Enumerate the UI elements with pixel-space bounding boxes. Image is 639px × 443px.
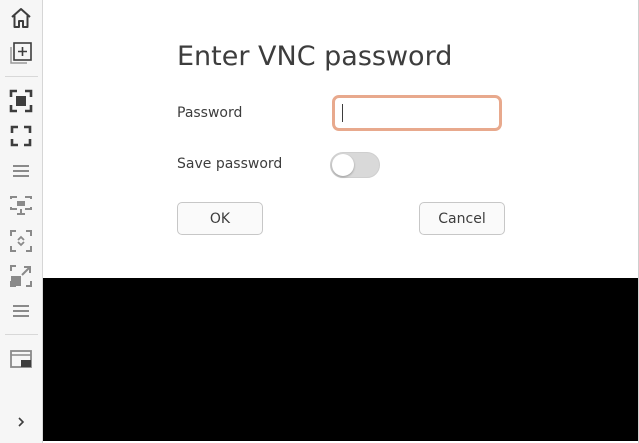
home-button[interactable] bbox=[6, 4, 36, 32]
app-window: Enter VNC password Password Save passwor… bbox=[0, 0, 639, 443]
dialog-title: Enter VNC password bbox=[177, 41, 453, 72]
sidebar-toolbar bbox=[0, 0, 43, 443]
scale-button[interactable] bbox=[6, 227, 36, 255]
sidebar-separator bbox=[5, 334, 38, 335]
menu-button-secondary[interactable] bbox=[6, 297, 36, 325]
fullscreen-icon bbox=[9, 124, 33, 148]
save-password-label: Save password bbox=[177, 156, 283, 172]
remote-display-area[interactable] bbox=[43, 278, 638, 441]
menu-icon bbox=[9, 159, 33, 183]
toggle-knob bbox=[332, 154, 354, 176]
main-content: Enter VNC password Password Save passwor… bbox=[43, 0, 639, 443]
save-password-toggle[interactable] bbox=[330, 152, 380, 178]
menu-icon bbox=[9, 299, 33, 323]
scale-icon bbox=[9, 229, 33, 253]
fullscreen-button[interactable] bbox=[6, 122, 36, 150]
picture-in-picture-button[interactable] bbox=[6, 345, 36, 373]
menu-button[interactable] bbox=[6, 157, 36, 185]
text-caret bbox=[342, 104, 343, 122]
fit-window-icon bbox=[9, 89, 33, 113]
expand-sidebar-button[interactable] bbox=[6, 408, 36, 436]
picture-in-picture-icon bbox=[9, 347, 33, 371]
fit-window-button[interactable] bbox=[6, 87, 36, 115]
expand-icon bbox=[9, 264, 33, 288]
remote-display-button[interactable] bbox=[6, 192, 36, 220]
home-icon bbox=[9, 6, 33, 30]
expand-button[interactable] bbox=[6, 262, 36, 290]
new-tab-icon bbox=[9, 41, 33, 65]
sidebar-separator bbox=[5, 76, 38, 77]
cancel-button[interactable]: Cancel bbox=[419, 202, 505, 235]
password-input[interactable] bbox=[332, 95, 502, 131]
remote-display-icon bbox=[9, 194, 33, 218]
chevron-right-icon bbox=[9, 410, 33, 434]
new-connection-button[interactable] bbox=[6, 39, 36, 67]
password-label: Password bbox=[177, 105, 243, 121]
vnc-password-dialog: Enter VNC password Password Save passwor… bbox=[43, 0, 638, 278]
ok-button[interactable]: OK bbox=[177, 202, 263, 235]
